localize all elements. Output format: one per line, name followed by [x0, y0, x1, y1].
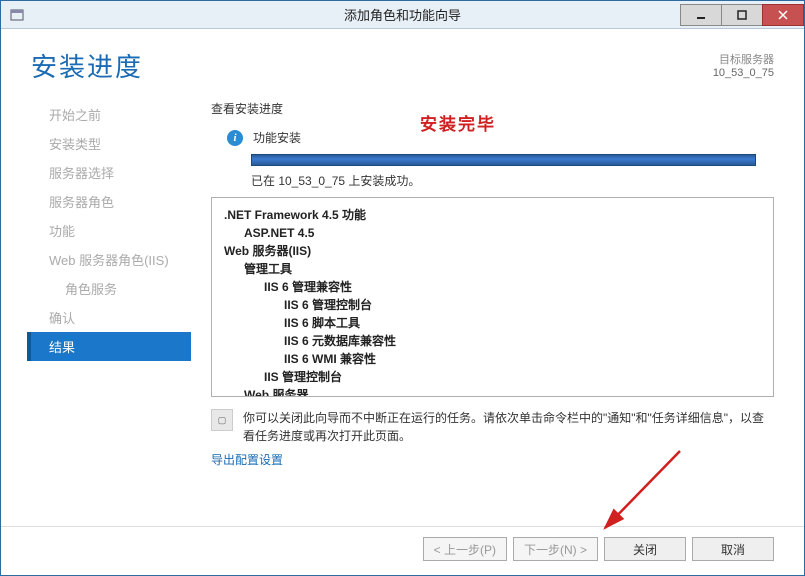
- feature-item: ASP.NET 4.5: [224, 224, 761, 242]
- cancel-button[interactable]: 取消: [692, 537, 774, 561]
- sidebar-item-8: 结果: [27, 332, 191, 361]
- wizard-sidebar: 开始之前安装类型服务器选择服务器角色功能Web 服务器角色(IIS)角色服务确认…: [31, 92, 191, 526]
- feature-item: IIS 管理控制台: [224, 368, 761, 386]
- sidebar-item-0: 开始之前: [31, 100, 191, 129]
- success-message: 已在 10_53_0_75 上安装成功。: [211, 172, 774, 189]
- window-title: 添加角色和功能向导: [344, 5, 461, 24]
- server-name: 10_53_0_75: [713, 67, 774, 79]
- sidebar-item-1: 安装类型: [31, 129, 191, 158]
- close-button[interactable]: 关闭: [604, 537, 686, 561]
- maximize-button[interactable]: [721, 4, 763, 26]
- server-label: 目标服务器: [713, 51, 774, 67]
- feature-item: IIS 6 管理控制台: [224, 296, 761, 314]
- info-icon: i: [227, 130, 243, 146]
- feature-list[interactable]: .NET Framework 4.5 功能ASP.NET 4.5Web 服务器(…: [211, 197, 774, 397]
- sidebar-item-6: 角色服务: [31, 274, 191, 303]
- feature-item: IIS 6 WMI 兼容性: [224, 350, 761, 368]
- minimize-button[interactable]: [680, 4, 722, 26]
- sidebar-item-5: Web 服务器角色(IIS): [31, 245, 191, 274]
- export-config-link[interactable]: 导出配置设置: [211, 451, 774, 474]
- close-note: 你可以关闭此向导而不中断正在运行的任务。请依次单击命令栏中的"通知"和"任务详细…: [243, 409, 774, 445]
- sidebar-item-4: 功能: [31, 216, 191, 245]
- feature-item: IIS 6 管理兼容性: [224, 278, 761, 296]
- progress-bar: [251, 154, 756, 166]
- feature-item: Web 服务器: [224, 386, 761, 397]
- page-title: 安装进度: [31, 47, 713, 84]
- feature-item: IIS 6 元数据库兼容性: [224, 332, 761, 350]
- flag-icon: ▢: [211, 409, 233, 431]
- titlebar: 添加角色和功能向导: [1, 1, 804, 29]
- previous-button: < 上一步(P): [423, 537, 507, 561]
- target-server-info: 目标服务器 10_53_0_75: [713, 51, 774, 79]
- feature-item: Web 服务器(IIS): [224, 242, 761, 260]
- feature-item: 管理工具: [224, 260, 761, 278]
- close-window-button[interactable]: [762, 4, 804, 26]
- sidebar-item-2: 服务器选择: [31, 158, 191, 187]
- annotation-text: 安装完毕: [420, 110, 496, 135]
- status-text: 功能安装: [253, 129, 301, 146]
- feature-item: IIS 6 脚本工具: [224, 314, 761, 332]
- app-icon: [9, 7, 25, 23]
- sidebar-item-7: 确认: [31, 303, 191, 332]
- next-button: 下一步(N) >: [513, 537, 598, 561]
- feature-item: .NET Framework 4.5 功能: [224, 206, 761, 224]
- sidebar-item-3: 服务器角色: [31, 187, 191, 216]
